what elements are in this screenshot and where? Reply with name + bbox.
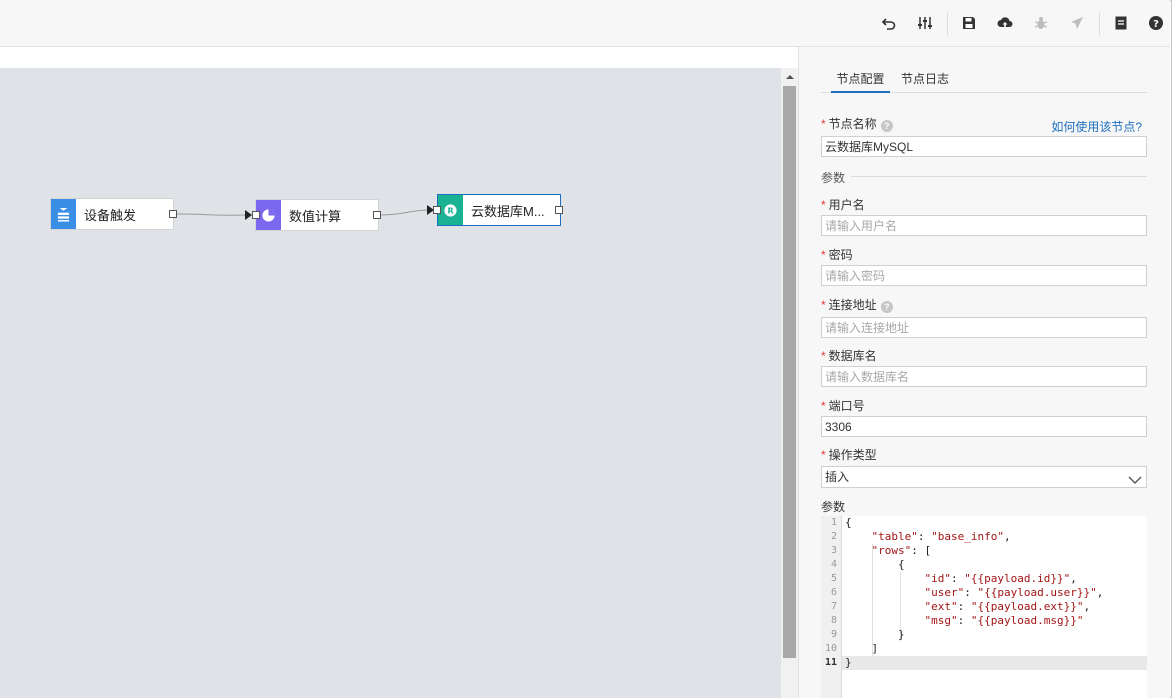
required-mark: * (821, 117, 826, 131)
edge-calc-to-db (380, 209, 430, 216)
line-number: 10 (824, 643, 837, 654)
code-line: "msg": "{{payload.msg}}" (924, 614, 1084, 627)
input-port[interactable] (433, 206, 441, 214)
code-line: "rows": [ (871, 544, 932, 557)
tab-node-log[interactable]: 节点日志 (901, 71, 949, 93)
flow-node-label: 云数据库M... (471, 203, 545, 219)
username-label: * 用户名 (821, 198, 865, 212)
tab-node-config[interactable]: 节点配置 (831, 71, 890, 93)
optype-selected-value: 插入 (825, 470, 850, 484)
line-number: 9 (830, 629, 837, 640)
code-line: "user": "{{payload.user}}", (924, 586, 1104, 599)
input-port[interactable] (252, 211, 260, 219)
undo-icon[interactable] (880, 14, 898, 32)
required-mark: * (821, 248, 826, 262)
password-input[interactable] (821, 265, 1147, 286)
document-icon[interactable] (1112, 14, 1130, 32)
params-code-editor[interactable]: 1 2 3 4 5 6 7 8 9 10 11 { "table": "base… (821, 516, 1147, 698)
help-icon[interactable]: ? (1147, 14, 1165, 32)
flow-node-label: 数值计算 (289, 208, 342, 224)
section-divider (851, 176, 1147, 177)
help-circle-icon[interactable]: ? (880, 120, 893, 132)
chevron-down-icon (1128, 471, 1142, 491)
line-number: 11 (824, 657, 837, 668)
params-section-title: 参数 (821, 171, 846, 185)
top-toolbar: ? (0, 0, 1170, 47)
flow-node-label: 设备触发 (84, 207, 137, 223)
port-label: * 端口号 (821, 399, 865, 413)
device-trigger-icon (51, 199, 76, 229)
cloud-upload-icon[interactable] (996, 14, 1014, 32)
toolbar-divider (947, 12, 948, 35)
address-input[interactable] (821, 317, 1147, 338)
line-number: 2 (830, 531, 837, 542)
required-mark: * (821, 448, 826, 462)
help-circle-icon[interactable]: ? (880, 301, 893, 313)
code-line: } (845, 628, 905, 641)
svg-text:R: R (447, 206, 453, 215)
line-number: 3 (830, 545, 837, 556)
scroll-up-icon[interactable] (781, 68, 798, 85)
canvas-header-strip (0, 47, 781, 68)
scrollbar-thumb[interactable] (783, 86, 796, 658)
edge-trigger-to-calc (175, 213, 247, 216)
flow-node-cloud-mysql[interactable]: R 云数据库M... (437, 194, 561, 226)
required-mark: * (821, 298, 826, 312)
bug-icon[interactable] (1032, 14, 1050, 32)
required-mark: * (821, 399, 826, 413)
input-arrow-icon (245, 210, 252, 220)
flow-canvas[interactable]: 设备触发 数值计算 R 云数据库M... (0, 68, 781, 698)
line-number: 1 (830, 517, 837, 528)
send-icon[interactable] (1068, 14, 1086, 32)
toolbar-divider (1099, 12, 1100, 35)
active-line-highlight (821, 656, 1147, 670)
node-name-label: * 节点名称? (821, 115, 893, 132)
save-icon[interactable] (960, 14, 978, 32)
code-line: "id": "{{payload.id}}", (924, 572, 1077, 585)
scroll-header-strip (781, 47, 798, 68)
output-port[interactable] (555, 206, 563, 214)
node-config-panel: 节点配置 节点日志 如何使用该节点? *节点名称? 参数 *用户名 *密码 *连… (798, 47, 1170, 698)
output-port[interactable] (373, 211, 381, 219)
optype-label: * 操作类型 (821, 448, 877, 462)
line-number-gutter: 1 2 3 4 5 6 7 8 9 10 11 (821, 516, 842, 698)
flow-node-device-trigger[interactable]: 设备触发 (50, 198, 174, 230)
panel-tabs: 节点配置 节点日志 (821, 71, 1147, 93)
code-line: { (845, 516, 852, 529)
code-line: { (845, 558, 905, 571)
code-line: "table": "base_info", (871, 530, 1011, 543)
code-line: ] (845, 642, 879, 655)
database-icon: R (438, 195, 463, 225)
line-number: 8 (830, 615, 837, 626)
code-line: "ext": "{{payload.ext}}", (924, 600, 1091, 613)
address-label: * 连接地址? (821, 296, 893, 313)
line-number: 4 (830, 559, 837, 570)
sliders-icon[interactable] (916, 14, 934, 32)
code-line: } (845, 656, 852, 669)
flow-edges (175, 209, 430, 216)
dbname-label: * 数据库名 (821, 349, 877, 363)
required-mark: * (821, 349, 826, 363)
username-input[interactable] (821, 215, 1147, 236)
node-name-input[interactable] (821, 136, 1147, 157)
required-mark: * (821, 198, 826, 212)
port-input[interactable] (821, 416, 1147, 437)
line-number: 6 (830, 587, 837, 598)
password-label: * 密码 (821, 248, 853, 262)
params-json-label: 参数 (821, 500, 846, 514)
svg-text:?: ? (1153, 19, 1159, 30)
line-number: 7 (830, 601, 837, 612)
line-number: 5 (830, 573, 837, 584)
flow-node-value-calc[interactable]: 数值计算 (255, 199, 379, 231)
how-to-use-link[interactable]: 如何使用该节点? (1051, 118, 1142, 135)
dbname-input[interactable] (821, 366, 1147, 387)
output-port[interactable] (169, 210, 177, 218)
optype-select[interactable]: 插入 (821, 466, 1147, 488)
